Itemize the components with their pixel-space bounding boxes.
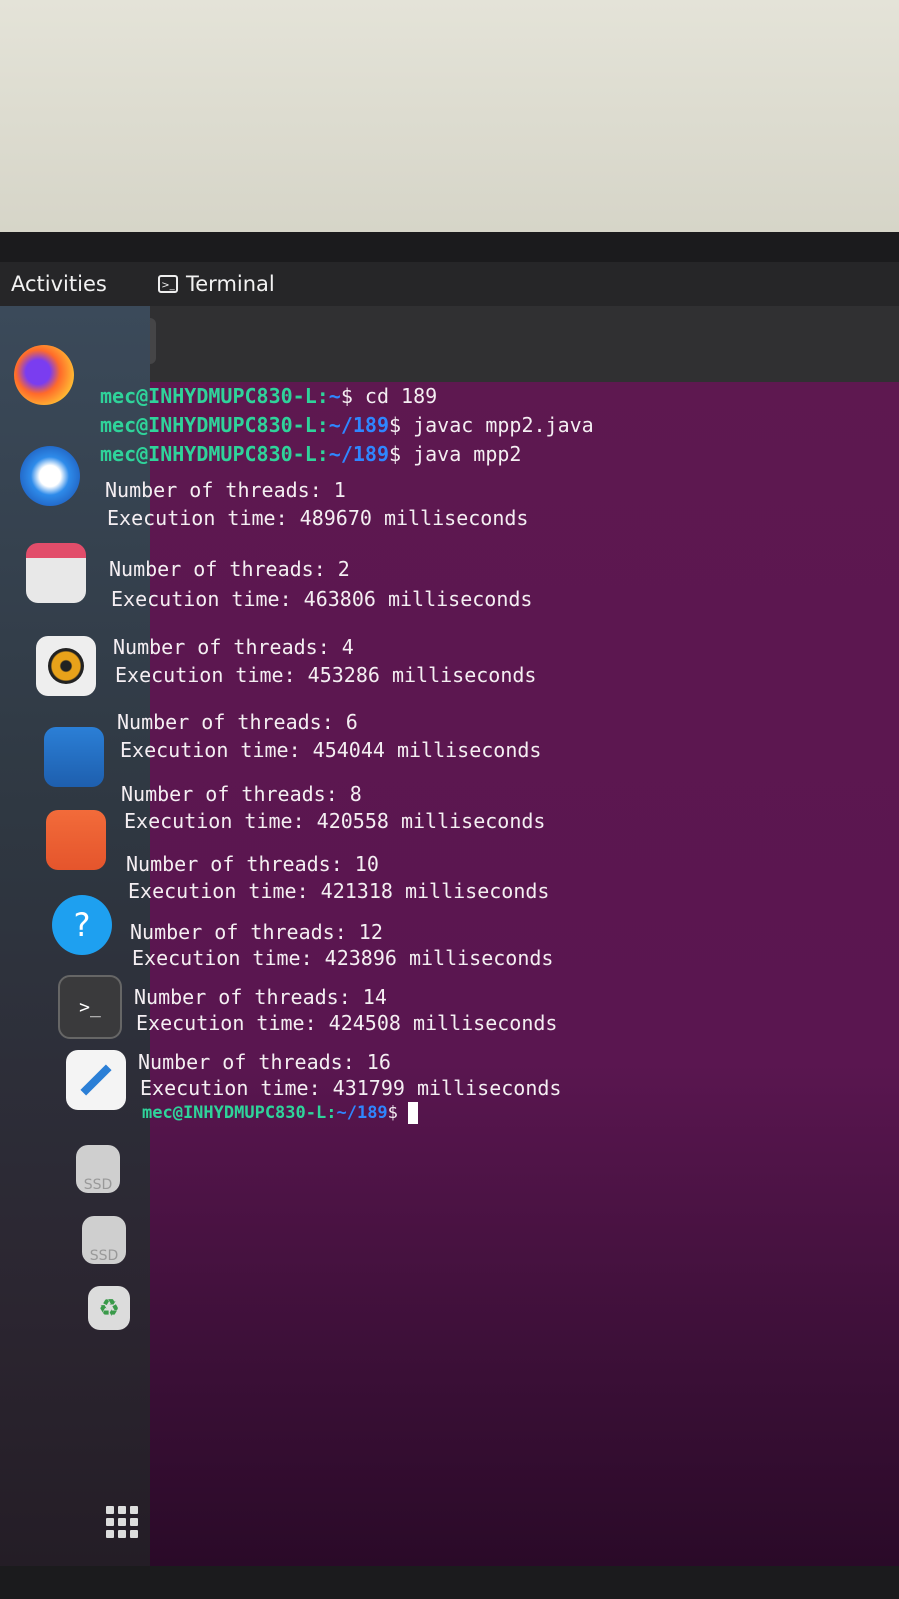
speaker-icon[interactable] xyxy=(36,636,96,696)
prompt-dollar: $ xyxy=(340,384,353,408)
execution-time-line: Execution time: 463806 milliseconds xyxy=(111,587,532,611)
terminal-icon: >_ xyxy=(158,275,178,293)
activities-button[interactable]: Activities xyxy=(11,272,107,296)
prompt-colon: : xyxy=(326,1103,337,1123)
execution-time: Execution time: 424508 milliseconds xyxy=(136,1011,558,1035)
show-apps-icon[interactable] xyxy=(106,1506,144,1538)
drive-icon[interactable]: SSD xyxy=(76,1145,120,1193)
trash-icon[interactable]: ♻ xyxy=(88,1286,130,1330)
execution-time-line: Execution time: 453286 milliseconds xyxy=(115,663,536,687)
threads-line: Number of threads: 4 xyxy=(113,635,354,659)
execution-time-line: Execution time: 423896 milliseconds xyxy=(132,946,553,970)
execution-time-line: Execution time: 431799 milliseconds xyxy=(140,1076,561,1100)
threads-line: Number of threads: 16 xyxy=(138,1050,391,1074)
threads-line: Number of threads: 6 xyxy=(117,710,358,734)
threads-count: Number of threads: 14 xyxy=(134,985,387,1009)
execution-time: Execution time: 420558 milliseconds xyxy=(124,809,546,833)
mail-icon[interactable] xyxy=(20,446,80,506)
prompt-user: mec@INHYDMUPC830-L xyxy=(142,1103,327,1123)
command-line: mec@INHYDMUPC830-L:~/189$ javac mpp2.jav… xyxy=(100,413,594,437)
execution-time-line: Execution time: 420558 milliseconds xyxy=(124,809,545,833)
terminal-headerbar xyxy=(95,306,899,382)
prompt-path: ~/189 xyxy=(328,442,390,466)
prompt-dollar: $ xyxy=(387,1103,398,1123)
threads-count: Number of threads: 1 xyxy=(105,478,346,502)
execution-time: Execution time: 463806 milliseconds xyxy=(111,587,533,611)
threads-line: Number of threads: 8 xyxy=(121,782,362,806)
threads-line: Number of threads: 14 xyxy=(134,985,387,1009)
prompt-path: ~/189 xyxy=(328,413,390,437)
execution-time: Execution time: 454044 milliseconds xyxy=(120,738,542,762)
threads-line: Number of threads: 2 xyxy=(109,557,350,581)
drive-icon[interactable]: SSD xyxy=(82,1216,126,1264)
execution-time: Execution time: 423896 milliseconds xyxy=(132,946,554,970)
threads-count: Number of threads: 4 xyxy=(113,635,354,659)
threads-line: Number of threads: 10 xyxy=(126,852,379,876)
wall-background xyxy=(0,0,899,232)
command-text: javac mpp2.java xyxy=(401,413,594,437)
prompt-colon: : xyxy=(316,442,329,466)
prompt-user: mec@INHYDMUPC830-L xyxy=(100,442,317,466)
prompt-path: ~ xyxy=(328,384,341,408)
prompt-path: ~/189 xyxy=(336,1103,388,1123)
firefox-icon[interactable] xyxy=(14,345,74,405)
prompt-dollar: $ xyxy=(389,413,402,437)
threads-line: Number of threads: 12 xyxy=(130,920,383,944)
prompt-user: mec@INHYDMUPC830-L xyxy=(100,413,317,437)
folder-icon[interactable] xyxy=(26,543,86,603)
execution-time-line: Execution time: 454044 milliseconds xyxy=(120,738,541,762)
execution-time-line: Execution time: 489670 milliseconds xyxy=(107,506,528,530)
execution-time: Execution time: 453286 milliseconds xyxy=(115,663,537,687)
execution-time-line: Execution time: 424508 milliseconds xyxy=(136,1011,557,1035)
threads-line: Number of threads: 1 xyxy=(105,478,346,502)
pencil-icon[interactable] xyxy=(66,1050,126,1110)
top-bar: Activities >_ Terminal xyxy=(0,262,899,306)
terminal-icon[interactable]: >_ xyxy=(58,975,122,1039)
command-text: cd 189 xyxy=(352,384,438,408)
help-icon[interactable]: ? xyxy=(52,895,112,955)
prompt-dollar: $ xyxy=(389,442,402,466)
command-line: mec@INHYDMUPC830-L:~$ cd 189 xyxy=(100,384,437,408)
prompt-colon: : xyxy=(316,384,329,408)
final-prompt-line: mec@INHYDMUPC830-L:~/189$ xyxy=(142,1102,418,1124)
threads-count: Number of threads: 16 xyxy=(138,1050,391,1074)
execution-time: Execution time: 431799 milliseconds xyxy=(140,1076,562,1100)
threads-count: Number of threads: 2 xyxy=(109,557,350,581)
threads-count: Number of threads: 6 xyxy=(117,710,358,734)
threads-count: Number of threads: 12 xyxy=(130,920,383,944)
threads-count: Number of threads: 8 xyxy=(121,782,362,806)
prompt-user: mec@INHYDMUPC830-L xyxy=(100,384,317,408)
app-name: Terminal xyxy=(186,272,275,296)
threads-count: Number of threads: 10 xyxy=(126,852,379,876)
execution-time-line: Execution time: 421318 milliseconds xyxy=(128,879,549,903)
prompt-colon: : xyxy=(316,413,329,437)
app-menu[interactable]: >_ Terminal xyxy=(158,272,275,296)
document-icon[interactable] xyxy=(44,727,104,787)
command-line: mec@INHYDMUPC830-L:~/189$ java mpp2 xyxy=(100,442,521,466)
execution-time: Execution time: 489670 milliseconds xyxy=(107,506,529,530)
text-cursor xyxy=(407,1102,418,1124)
command-text: java mpp2 xyxy=(401,442,522,466)
store-icon[interactable] xyxy=(46,810,106,870)
execution-time: Execution time: 421318 milliseconds xyxy=(128,879,550,903)
